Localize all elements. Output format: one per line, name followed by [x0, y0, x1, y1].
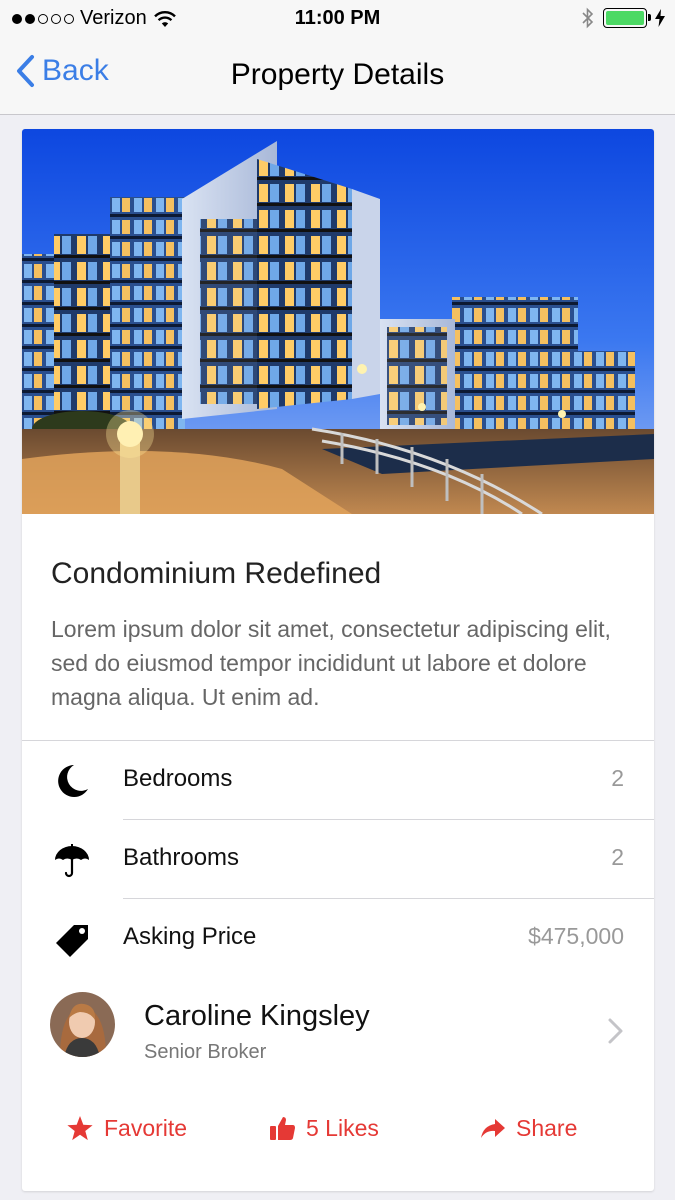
detail-row-asking-price: Asking Price $475,000 — [22, 899, 654, 978]
favorite-label: Favorite — [104, 1115, 188, 1141]
price-tag-icon — [56, 925, 88, 957]
property-photo — [22, 129, 654, 514]
detail-value: 2 — [611, 844, 624, 870]
status-time: 11:00 PM — [294, 7, 381, 29]
likes-button[interactable]: 5 Likes — [269, 1115, 379, 1142]
avatar — [50, 992, 115, 1057]
broker-role: Senior Broker — [144, 1041, 267, 1063]
broker-name: Caroline Kingsley — [144, 1000, 370, 1032]
thumbs-up-icon — [270, 1117, 295, 1140]
detail-label: Bathrooms — [123, 844, 240, 871]
charging-bolt-icon — [655, 9, 665, 27]
bluetooth-icon — [582, 7, 594, 29]
share-label: Share — [516, 1115, 578, 1141]
action-bar: Favorite 5 Likes Share — [22, 1115, 654, 1161]
detail-row-bedrooms: Bedrooms 2 — [22, 741, 654, 820]
likes-label: 5 Likes — [306, 1115, 379, 1141]
detail-label: Asking Price — [123, 923, 257, 950]
property-summary: Condominium Redefined Lorem ipsum dolor … — [22, 514, 654, 741]
battery-icon — [603, 8, 651, 28]
status-right — [581, 7, 665, 29]
star-icon — [67, 1116, 93, 1141]
detail-row-bathrooms: Bathrooms 2 — [22, 820, 654, 899]
chevron-right-icon — [608, 1018, 623, 1044]
property-card: Condominium Redefined Lorem ipsum dolor … — [22, 129, 654, 1191]
page-title: Property Details — [230, 58, 445, 91]
moon-icon — [58, 765, 88, 797]
broker-row[interactable]: Caroline Kingsley Senior Broker — [22, 978, 654, 1083]
property-description: Lorem ipsum dolor sit amet, consectetur … — [51, 616, 611, 710]
detail-value: 2 — [611, 765, 624, 791]
status-bar: Verizon 11:00 PM — [0, 0, 675, 38]
detail-label: Bedrooms — [123, 765, 233, 792]
umbrella-icon — [55, 844, 89, 878]
share-arrow-icon — [481, 1118, 505, 1138]
navigation-bar: Back Property Details — [0, 38, 675, 115]
share-button[interactable]: Share — [480, 1115, 577, 1142]
property-title: Condominium Redefined — [51, 557, 382, 590]
favorite-button[interactable]: Favorite — [66, 1115, 187, 1142]
detail-value: $475,000 — [528, 923, 624, 949]
